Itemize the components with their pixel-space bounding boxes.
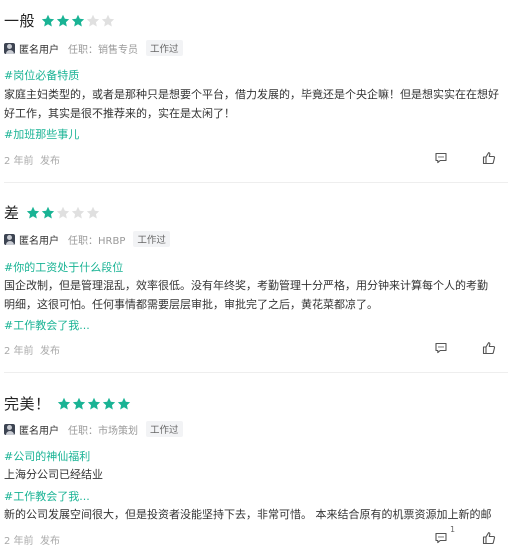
review-list: 一般 匿名用户 任职：销售专员 工作过 #岗位必备特质 家庭主妇类型的，或者是那… — [0, 0, 508, 550]
topic-tag[interactable]: #你的工资处于什么段位 — [4, 259, 123, 275]
author-name: 匿名用户 — [19, 425, 59, 437]
review-text-line: 明细，这很可怕。任何事情都需要层层审批，审批完了之后，黄花菜都凉了。 — [4, 298, 378, 311]
review-text-line: 家庭主妇类型的，或者是那种只是想要个平台，借力发展的，毕竟还是个央企嘛！但是想实… — [4, 88, 499, 101]
publish-label: 发布 — [40, 536, 60, 547]
review-text-line: 上海分公司已经结业 — [4, 468, 103, 481]
review-header: 完美！ — [4, 393, 132, 414]
status-badge: 工作过 — [146, 421, 183, 437]
author-meta: 匿名用户 任职：市场策划 工作过 — [4, 421, 183, 437]
post-time: 2 年前 — [4, 536, 34, 547]
author-name: 匿名用户 — [19, 235, 59, 247]
star-icon — [56, 14, 70, 28]
review-title: 完美！ — [4, 395, 51, 413]
thumbs-up-icon[interactable] — [482, 531, 498, 547]
topic-tag[interactable]: #工作教会了我... — [4, 317, 90, 333]
star-icon — [71, 14, 85, 28]
divider — [4, 372, 508, 373]
star-icon — [72, 397, 86, 411]
post-time: 2 年前 — [4, 346, 34, 357]
avatar — [4, 233, 15, 245]
comment-icon[interactable] — [434, 531, 450, 547]
divider — [4, 182, 508, 183]
status-badge: 工作过 — [133, 231, 170, 247]
author-name: 匿名用户 — [19, 44, 59, 56]
rating-stars — [26, 206, 101, 220]
review-text-line: 国企改制，但是管理混乱，效率很低。没有年终奖，考勤管理十分严格，用分钟来计算每个… — [4, 279, 488, 292]
review-footer: 2 年前 发布 — [4, 341, 504, 357]
review-text-line: 好工作，其实是很不推荐来的，实在是太闲了！ — [4, 107, 235, 120]
review-footer: 2 年前 发布 1 — [4, 525, 504, 547]
review-header: 差 — [4, 202, 101, 223]
review-title: 一般 — [4, 12, 36, 30]
comment-icon[interactable] — [434, 341, 450, 357]
star-icon — [102, 397, 116, 411]
topic-tag[interactable]: #加班那些事儿 — [4, 126, 79, 142]
review-title: 差 — [4, 204, 20, 222]
star-icon — [117, 397, 131, 411]
publish-label: 发布 — [40, 346, 60, 357]
job-title: 任职：HRBP — [68, 235, 126, 247]
star-icon — [71, 206, 85, 220]
topic-tag[interactable]: #岗位必备特质 — [4, 67, 79, 83]
author-meta: 匿名用户 任职：HRBP 工作过 — [4, 231, 170, 247]
star-icon — [41, 206, 55, 220]
comment-count: 1 — [450, 525, 456, 534]
star-icon — [57, 397, 71, 411]
thumbs-up-icon[interactable] — [482, 341, 498, 357]
star-icon — [86, 206, 100, 220]
avatar — [4, 42, 15, 54]
status-badge: 工作过 — [146, 40, 183, 56]
review-header: 一般 — [4, 10, 116, 31]
star-icon — [101, 14, 115, 28]
star-icon — [86, 14, 100, 28]
rating-stars — [41, 14, 116, 28]
thumbs-up-icon[interactable] — [482, 151, 498, 167]
review-text-line: 新的公司发展空间很大，但是投资者没能坚持下去，非常可惜。 本来结合原有的机票资源… — [4, 508, 492, 521]
review-footer: 2 年前 发布 — [4, 151, 504, 167]
avatar — [4, 423, 15, 435]
star-icon — [56, 206, 70, 220]
rating-stars — [57, 397, 132, 411]
post-time: 2 年前 — [4, 156, 34, 167]
star-icon — [26, 206, 40, 220]
star-icon — [87, 397, 101, 411]
job-title: 任职：市场策划 — [68, 425, 138, 437]
job-title: 任职：销售专员 — [68, 44, 138, 56]
author-meta: 匿名用户 任职：销售专员 工作过 — [4, 40, 183, 56]
star-icon — [41, 14, 55, 28]
comment-icon[interactable] — [434, 151, 450, 167]
topic-tag[interactable]: #工作教会了我... — [4, 488, 90, 504]
topic-tag[interactable]: #公司的神仙福利 — [4, 448, 90, 464]
publish-label: 发布 — [40, 156, 60, 167]
